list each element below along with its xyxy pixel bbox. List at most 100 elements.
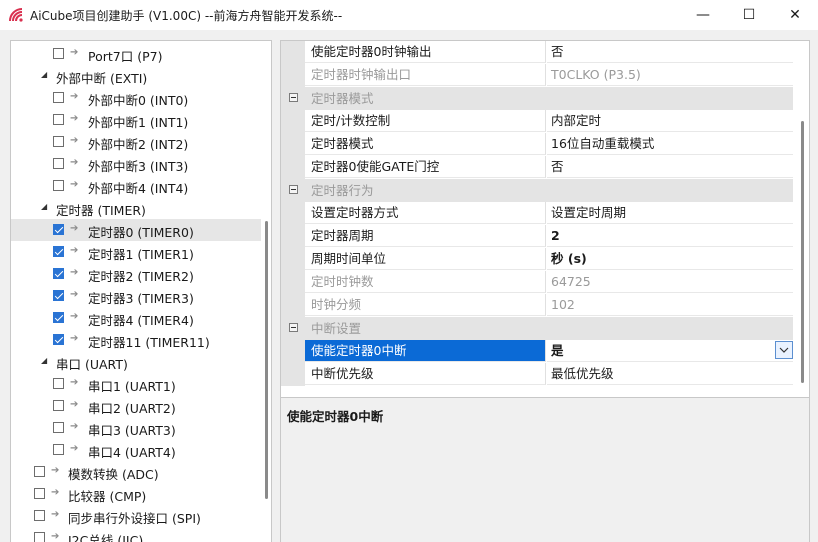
tree-group[interactable]: ◢ 外部中断 (EXTI) [11,65,261,87]
tree-group[interactable]: ◢ 定时器 (TIMER) [11,197,261,219]
expand-arrow-icon[interactable]: ◢ [41,202,47,211]
property-row[interactable]: 周期时间单位秒 (s) [281,248,793,271]
property-value[interactable]: 最低优先级 [547,363,793,385]
checkbox[interactable] [34,488,45,499]
checkbox[interactable] [53,334,64,345]
property-row[interactable]: 设置定时器方式 设置定时周期 [281,202,793,225]
property-row[interactable]: 定时时钟数 64725 [281,271,793,294]
checkbox[interactable] [53,136,64,147]
property-value[interactable]: 102 [547,294,793,316]
tree-item[interactable]: ➔ 串口3 (UART3) [11,417,261,439]
property-name[interactable]: 时钟分频 [305,294,546,316]
row-margin [281,248,305,271]
collapse-icon[interactable] [289,93,298,102]
property-row[interactable]: 中断优先级 最低优先级 [281,363,793,386]
checkbox[interactable] [53,246,64,257]
checkbox[interactable] [53,224,64,235]
checkbox[interactable] [53,444,64,455]
collapse-icon[interactable] [289,185,298,194]
tree-item[interactable]: ➔ I2C总线 (IIC) [11,527,261,542]
tree-item[interactable]: ➔ 定时器0 (TIMER0) [11,219,261,241]
property-value[interactable]: 64725 [547,271,793,293]
checkbox[interactable] [53,378,64,389]
checkbox[interactable] [53,422,64,433]
checkbox[interactable] [34,510,45,521]
grid-scrollbar[interactable] [801,121,804,383]
category-header[interactable]: 定时器模式 [281,87,793,110]
property-value[interactable]: 2 [547,225,793,247]
property-row[interactable]: 定时器模式 16位自动重载模式 [281,133,793,156]
property-value[interactable]: 秒 (s) [547,248,793,270]
property-value[interactable]: T0CLKO (P3.5) [547,64,793,86]
property-value-text: 设置定时周期 [551,205,627,220]
property-name[interactable]: 定时/计数控制 [305,110,546,132]
property-row[interactable]: 使能定时器0中断是 [281,340,793,363]
property-value[interactable]: 内部定时 [547,110,793,132]
property-value[interactable]: 设置定时周期 [547,202,793,224]
dropdown-button[interactable] [775,341,793,359]
property-name[interactable]: 定时器模式 [305,133,546,155]
tree-item[interactable]: ➔ 定时器11 (TIMER11) [11,329,261,351]
checkbox[interactable] [34,466,45,477]
property-row[interactable]: 定时器0使能GATE门控否 [281,156,793,179]
tree-item[interactable]: ➔ 定时器4 (TIMER4) [11,307,261,329]
tree-item-label: 定时器0 (TIMER0) [88,225,194,240]
checkbox[interactable] [53,400,64,411]
tree-item[interactable]: ➔ Port7口 (P7) [11,43,261,65]
tree-item[interactable]: ➔ 串口4 (UART4) [11,439,261,461]
minimize-button[interactable]: — [680,0,726,30]
property-name[interactable]: 定时器0使能GATE门控 [305,156,546,178]
property-name[interactable]: 定时器周期 [305,225,546,247]
category-header[interactable]: 定时器行为 [281,179,793,202]
collapse-icon[interactable] [289,323,298,332]
checkbox[interactable] [53,48,64,59]
checkbox[interactable] [53,312,64,323]
tree-item[interactable]: ➔ 外部中断1 (INT1) [11,109,261,131]
property-value[interactable]: 否 [547,41,793,63]
tree-item[interactable]: ➔ 同步串行外设接口 (SPI) [11,505,261,527]
tree-item[interactable]: ➔ 外部中断0 (INT0) [11,87,261,109]
tree-item[interactable]: ➔ 定时器3 (TIMER3) [11,285,261,307]
expand-arrow-icon[interactable]: ◢ [41,356,47,365]
tree-item[interactable]: ➔ 定时器1 (TIMER1) [11,241,261,263]
property-name[interactable]: 周期时间单位 [305,248,546,270]
tree-item[interactable]: ➔ 串口1 (UART1) [11,373,261,395]
peripheral-tree[interactable]: ➔ Port7口 (P7) ◢ 外部中断 (EXTI) ➔ 外部中断0 (INT0) ➔ 外部… [10,40,272,542]
property-row[interactable]: 定时器周期 2 [281,225,793,248]
property-value[interactable]: 是 [547,340,793,362]
property-name[interactable]: 设置定时器方式 [305,202,546,224]
property-name[interactable]: 定时时钟数 [305,271,546,293]
tree-item[interactable]: ➔ 外部中断2 (INT2) [11,131,261,153]
property-grid[interactable]: 使能定时器0时钟输出否定时器时钟输出口 T0CLKO (P3.5) 定时器模式 定时/… [280,40,810,398]
maximize-button[interactable]: ☐ [726,0,772,30]
checkbox[interactable] [53,92,64,103]
checkbox[interactable] [53,158,64,169]
category-header[interactable]: 中断设置 [281,317,793,340]
property-name[interactable]: 使能定时器0中断 [305,340,546,362]
property-value[interactable]: 否 [547,156,793,178]
property-name[interactable]: 中断优先级 [305,363,546,385]
tree-item[interactable]: ➔ 模数转换 (ADC) [11,461,261,483]
property-row[interactable]: 定时器时钟输出口 T0CLKO (P3.5) [281,64,793,87]
tree-scrollbar[interactable] [265,221,268,499]
close-button[interactable]: ✕ [772,0,818,30]
tree-item[interactable]: ➔ 比较器 (CMP) [11,483,261,505]
tree-item[interactable]: ➔ 外部中断3 (INT3) [11,153,261,175]
property-row[interactable]: 时钟分频 102 [281,294,793,317]
property-row[interactable]: 定时/计数控制 内部定时 [281,110,793,133]
property-name[interactable]: 定时器时钟输出口 [305,64,546,86]
tree-group[interactable]: ◢ 串口 (UART) [11,351,261,373]
property-row[interactable]: 使能定时器0时钟输出否 [281,41,793,64]
tree-item[interactable]: ➔ 串口2 (UART2) [11,395,261,417]
checkbox[interactable] [53,290,64,301]
tree-item-label: 定时器1 (TIMER1) [88,247,194,262]
property-name[interactable]: 使能定时器0时钟输出 [305,41,546,63]
expand-arrow-icon[interactable]: ◢ [41,70,47,79]
tree-item[interactable]: ➔ 定时器2 (TIMER2) [11,263,261,285]
tree-item-label: 外部中断4 (INT4) [88,181,189,196]
property-value[interactable]: 16位自动重载模式 [547,133,793,155]
tree-item[interactable]: ➔ 外部中断4 (INT4) [11,175,261,197]
checkbox[interactable] [53,268,64,279]
checkbox[interactable] [53,114,64,125]
checkbox[interactable] [53,180,64,191]
